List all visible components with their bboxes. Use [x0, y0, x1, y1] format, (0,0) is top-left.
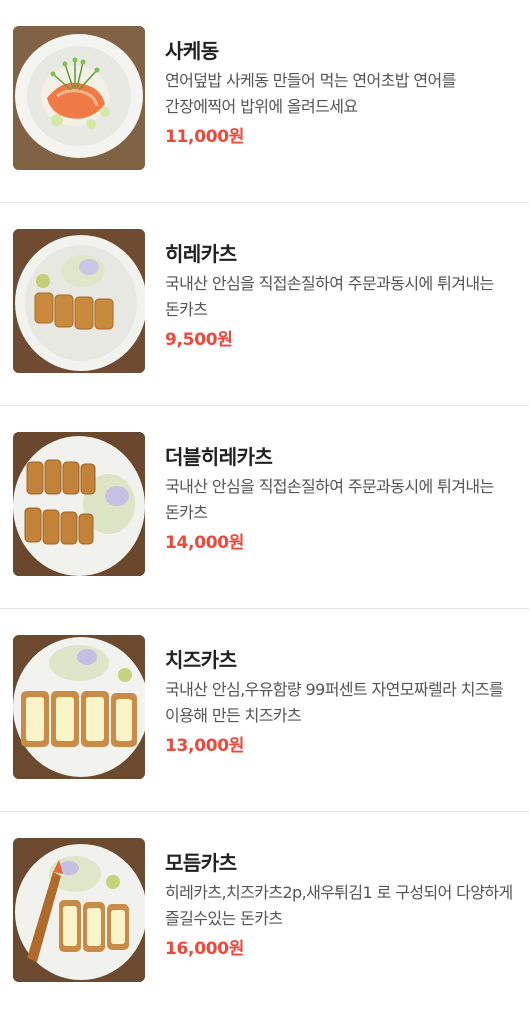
menu-item[interactable]: 사케동 연어덮밥 사케동 만들어 먹는 연어초밥 연어를 간장에찍어 밥위에 올… — [0, 0, 529, 203]
salmon-rice-bowl-image[interactable] — [13, 26, 145, 170]
menu-item-description: 연어덮밥 사케동 만들어 먹는 연어초밥 연어를 간장에찍어 밥위에 올려드세요 — [165, 71, 456, 116]
cheese-katsu-image[interactable] — [13, 635, 145, 779]
menu-item-name: 모듬카츠 — [165, 851, 237, 875]
menu-item-name: 사케동 — [165, 39, 219, 63]
menu-item-price: 16,000원 — [165, 939, 245, 959]
menu-item-info: 더블히레카츠 국내산 안심을 직접손질하여 주문과동시에 튀겨내는 돈카츠 14… — [165, 442, 515, 556]
menu-item-description: 국내산 안심을 직접손질하여 주문과동시에 튀겨내는 돈카츠 — [165, 477, 494, 522]
menu-item-price: 14,000원 — [165, 533, 245, 553]
menu-item-description: 히레카츠,치즈카츠2p,새우튀김1 로 구성되어 다양하게 즐길수있는 돈카츠 — [165, 883, 513, 928]
menu-item-price: 9,500원 — [165, 330, 233, 350]
hire-katsu-image[interactable] — [13, 229, 145, 373]
double-hire-katsu-image[interactable] — [13, 432, 145, 576]
menu-item-price: 13,000원 — [165, 736, 245, 756]
menu-item-info: 모듬카츠 히레카츠,치즈카츠2p,새우튀김1 로 구성되어 다양하게 즐길수있는… — [165, 848, 515, 962]
menu-item-info: 히레카츠 국내산 안심을 직접손질하여 주문과동시에 튀겨내는 돈카츠 9,50… — [165, 239, 515, 353]
menu-list: 사케동 연어덮밥 사케동 만들어 먹는 연어초밥 연어를 간장에찍어 밥위에 올… — [0, 0, 529, 1015]
menu-item-description: 국내산 안심을 직접손질하여 주문과동시에 튀겨내는 돈카츠 — [165, 274, 494, 319]
menu-item-name: 히레카츠 — [165, 242, 237, 266]
menu-item-info: 사케동 연어덮밥 사케동 만들어 먹는 연어초밥 연어를 간장에찍어 밥위에 올… — [165, 36, 515, 150]
assorted-katsu-image[interactable] — [13, 838, 145, 982]
menu-item-description: 국내산 안심,우유함량 99퍼센트 자연모짜렐라 치즈를 이용해 만든 치즈카츠 — [165, 680, 504, 725]
menu-item-price: 11,000원 — [165, 127, 245, 147]
menu-item-info: 치즈카츠 국내산 안심,우유함량 99퍼센트 자연모짜렐라 치즈를 이용해 만든… — [165, 645, 515, 759]
menu-item[interactable]: 히레카츠 국내산 안심을 직접손질하여 주문과동시에 튀겨내는 돈카츠 9,50… — [0, 203, 529, 406]
menu-item-name: 더블히레카츠 — [165, 445, 273, 469]
menu-item[interactable]: 더블히레카츠 국내산 안심을 직접손질하여 주문과동시에 튀겨내는 돈카츠 14… — [0, 406, 529, 609]
menu-item[interactable]: 치즈카츠 국내산 안심,우유함량 99퍼센트 자연모짜렐라 치즈를 이용해 만든… — [0, 609, 529, 812]
menu-item[interactable]: 모듬카츠 히레카츠,치즈카츠2p,새우튀김1 로 구성되어 다양하게 즐길수있는… — [0, 812, 529, 1015]
menu-item-name: 치즈카츠 — [165, 648, 237, 672]
